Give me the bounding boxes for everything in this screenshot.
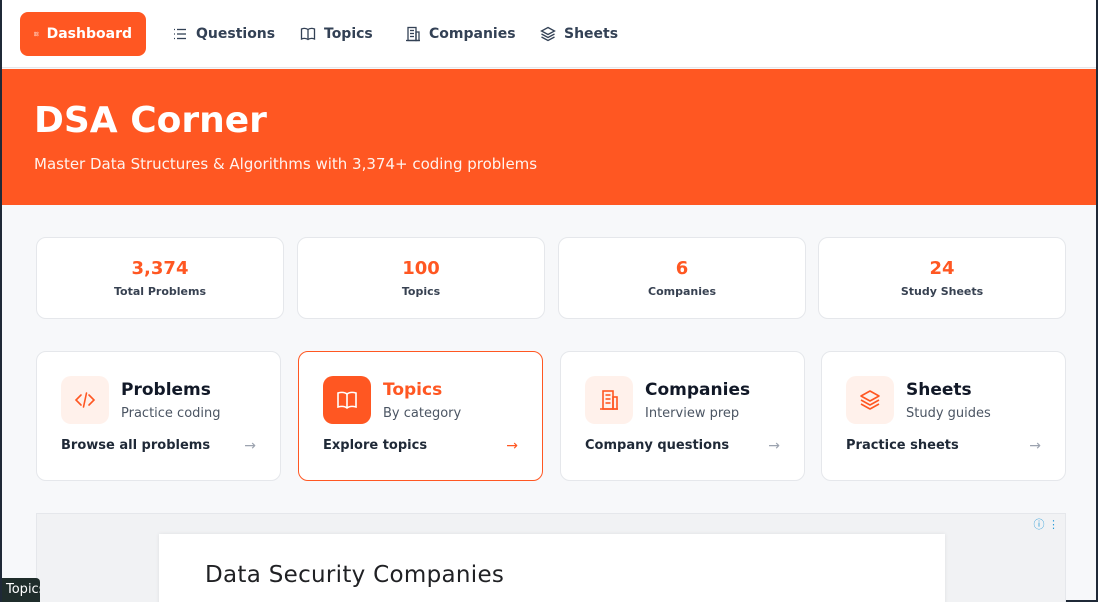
ad-content[interactable]: Data Security Companies [159, 534, 945, 602]
layers-icon [540, 26, 556, 42]
stat-card-total-problems: 3,374 Total Problems [36, 237, 284, 319]
nav-label: Sheets [564, 26, 619, 42]
nav-label: Dashboard [46, 26, 132, 42]
code-icon [61, 376, 109, 424]
card-title: Sheets [906, 380, 972, 400]
card-subtitle: By category [383, 406, 462, 421]
card-title: Problems [121, 380, 211, 400]
stat-card-companies: 6 Companies [558, 237, 806, 319]
building-icon [585, 376, 633, 424]
stat-label: Topics [401, 285, 441, 298]
card-link[interactable]: Browse all problems [61, 438, 210, 453]
page-title: DSA Corner [34, 100, 267, 141]
page-subtitle: Master Data Structures & Algorithms with… [34, 155, 538, 173]
dashboard-icon [34, 31, 39, 37]
card-title: Companies [645, 380, 751, 400]
ad-title[interactable]: Data Security Companies [205, 562, 504, 588]
nav-topics[interactable]: Topics [286, 12, 387, 56]
card-link[interactable]: Explore topics [323, 438, 427, 453]
top-nav: Dashboard Questions Topics Companies She… [2, 0, 1096, 68]
stat-value: 3,374 [131, 258, 189, 279]
card-link[interactable]: Practice sheets [846, 438, 959, 453]
nav-sheets[interactable]: Sheets [526, 12, 632, 56]
card-subtitle: Interview prep [645, 406, 740, 421]
arrow-right-icon: → [244, 438, 256, 454]
ad-info-icon[interactable]: ⓘ ⋮ [1034, 516, 1060, 532]
stat-card-study-sheets: 24 Study Sheets [818, 237, 1066, 319]
stat-label: Total Problems [113, 285, 207, 298]
stat-value: 24 [929, 258, 955, 279]
arrow-right-icon: → [1029, 438, 1041, 454]
nav-companies[interactable]: Companies [391, 12, 530, 56]
card-sheets[interactable]: Sheets Study guides Practice sheets → [821, 351, 1066, 481]
stat-value: 100 [402, 258, 440, 279]
arrow-right-icon: → [768, 438, 780, 454]
card-subtitle: Study guides [906, 406, 991, 421]
stat-card-topics: 100 Topics [297, 237, 545, 319]
hero-banner: DSA Corner Master Data Structures & Algo… [2, 69, 1096, 205]
nav-questions[interactable]: Questions [158, 12, 289, 56]
card-companies[interactable]: Companies Interview prep Company questio… [560, 351, 805, 481]
card-topics[interactable]: Topics By category Explore topics → [298, 351, 543, 481]
stat-label: Companies [648, 285, 716, 298]
card-link[interactable]: Company questions [585, 438, 729, 453]
layers-icon [846, 376, 894, 424]
card-title: Topics [383, 380, 443, 400]
arrow-right-icon: → [506, 438, 518, 454]
nav-label: Topics [324, 26, 373, 42]
book-icon [323, 376, 371, 424]
ad-banner[interactable]: ⓘ ⋮ Data Security Companies [36, 513, 1066, 602]
card-problems[interactable]: Problems Practice coding Browse all prob… [36, 351, 281, 481]
nav-label: Companies [429, 26, 516, 42]
building-icon [406, 26, 420, 42]
list-icon [174, 28, 186, 40]
tooltip: Topics [2, 578, 40, 602]
nav-dashboard[interactable]: Dashboard [20, 12, 146, 56]
stat-label: Study Sheets [900, 285, 984, 298]
book-icon [300, 27, 316, 41]
card-subtitle: Practice coding [121, 406, 221, 421]
nav-label: Questions [196, 26, 276, 42]
stat-value: 6 [675, 258, 689, 279]
